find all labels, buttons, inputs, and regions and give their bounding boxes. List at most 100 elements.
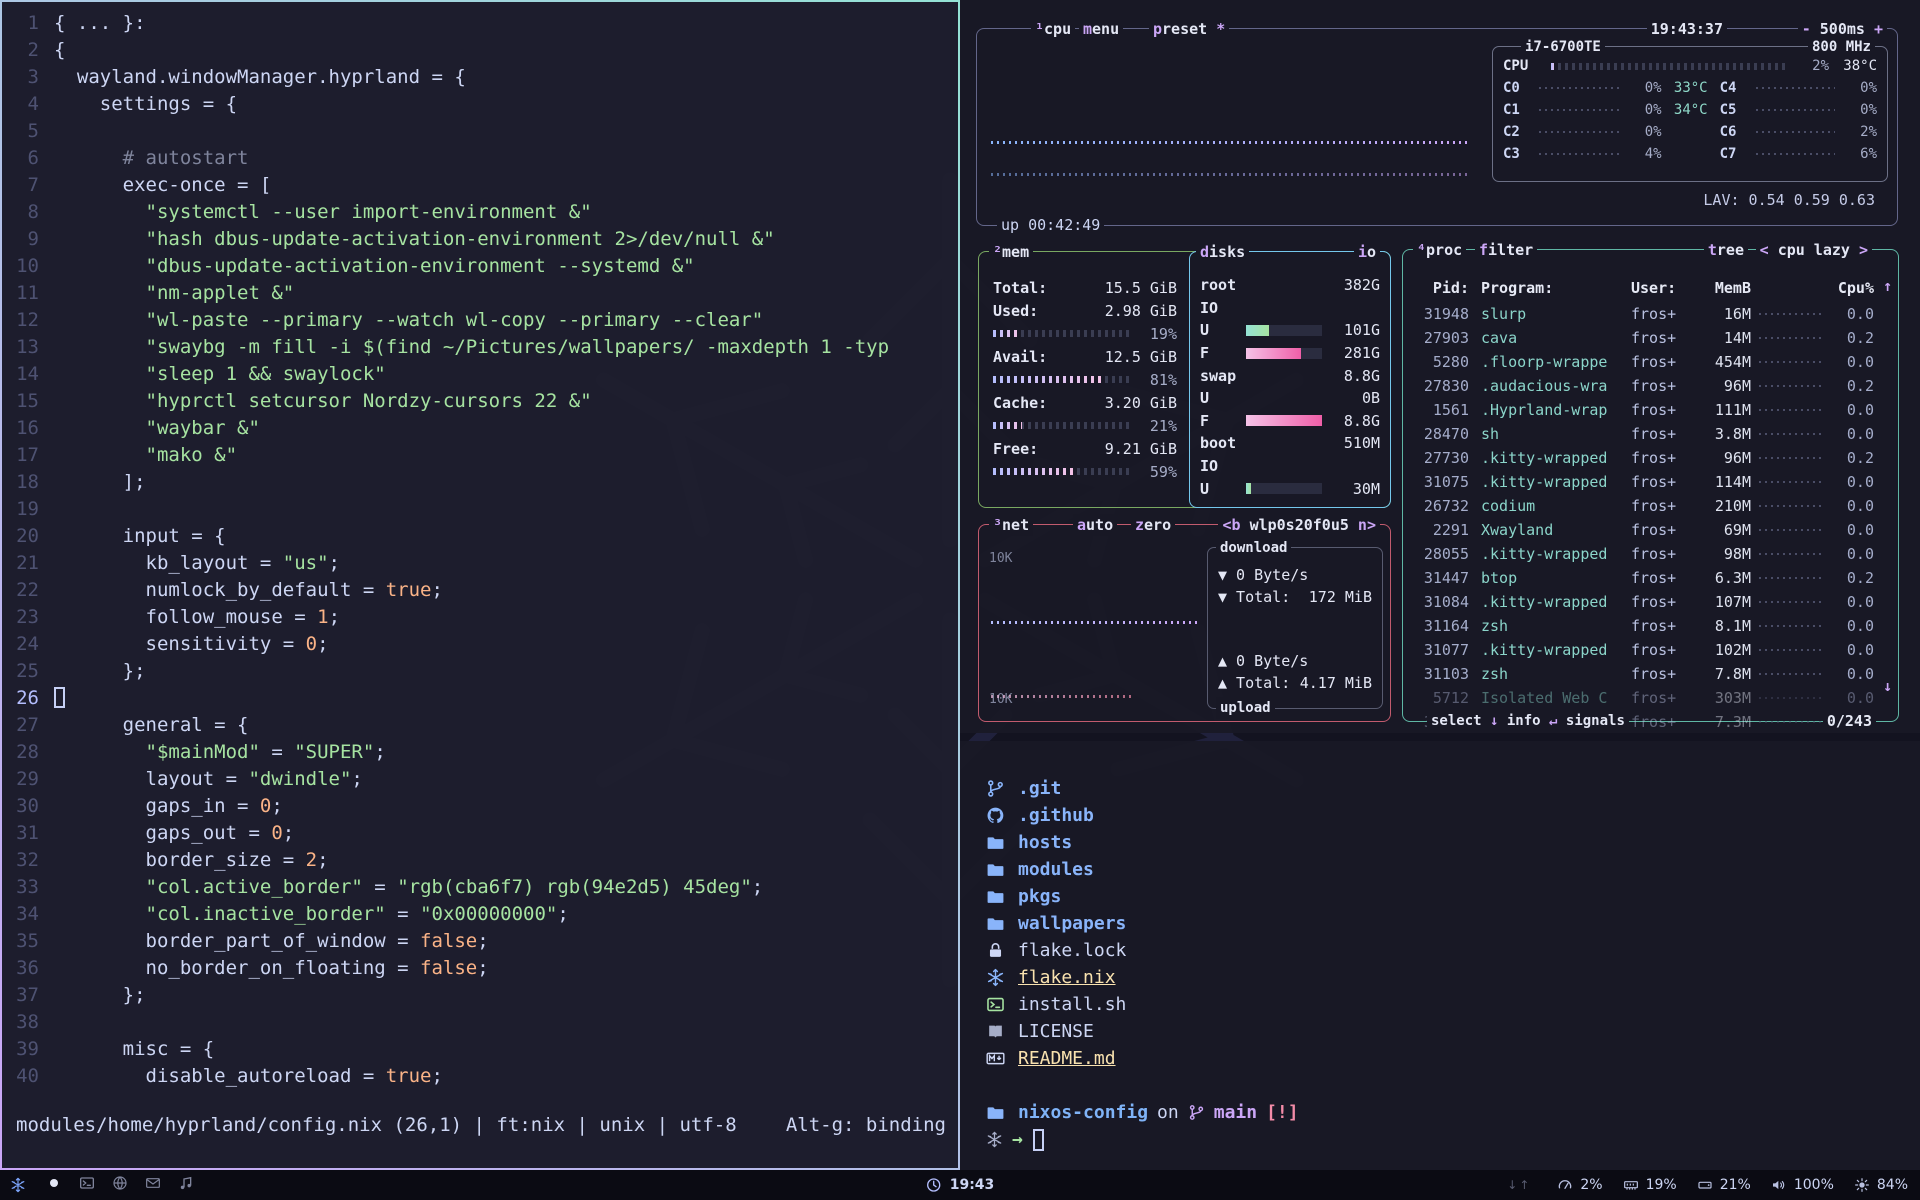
code-line: 27 general = { — [2, 712, 958, 739]
brightness-icon — [1854, 1177, 1870, 1193]
shell-prompt: nixos-config on main [!] — [986, 1099, 1920, 1126]
file-item: flake.nix — [986, 964, 1920, 991]
process-row[interactable]: 26732codiumfros+210M0.0 — [1413, 494, 1882, 518]
term-icon — [986, 995, 1005, 1014]
tree-toggle[interactable]: tree — [1704, 239, 1748, 261]
code-line: 15 "hyprctl setcursor Nordzy-cursors 22 … — [2, 388, 958, 415]
terminal-cursor — [1033, 1129, 1044, 1151]
cpu-icon — [1557, 1177, 1573, 1193]
mem-stat: Avail:12.5 GiB — [993, 345, 1177, 368]
code-line: 22 numlock_by_default = true; — [2, 577, 958, 604]
disk-row: root382G — [1200, 274, 1380, 297]
process-row[interactable]: 5280.floorp-wrappefros+454M0.0 — [1413, 350, 1882, 374]
tray-network-arrows-icon[interactable]: ↓↑ — [1507, 1178, 1531, 1192]
net-interface-switcher[interactable]: <b wlp0s20f0u5 n> — [1218, 514, 1380, 536]
snow-icon — [986, 968, 1005, 987]
prompt-directory: nixos-config — [1018, 1102, 1148, 1123]
process-row[interactable]: 5712Isolated Web Cfros+303M0.0 — [1413, 686, 1882, 710]
bar-module-memory[interactable]: 19% — [1623, 1177, 1677, 1193]
process-row[interactable]: 28055.kitty-wrappedfros+98M0.0 — [1413, 542, 1882, 566]
scroll-up-arrow[interactable]: ↑ — [1883, 277, 1892, 295]
disk-row: U0B — [1200, 387, 1380, 410]
cpu-total-label: CPU — [1503, 58, 1543, 74]
shell-input-line[interactable]: → — [986, 1126, 1920, 1153]
code-line: 39 misc = { — [2, 1036, 958, 1063]
code-line: 7 exec-once = [ — [2, 172, 958, 199]
process-row[interactable]: 31948slurpfros+16M0.0 — [1413, 302, 1882, 326]
net-row: ▼ 0 Byte/s — [1218, 564, 1372, 586]
filter-button[interactable]: filter — [1475, 239, 1537, 261]
mem-box-title: ²mem — [989, 241, 1033, 263]
disk-row: U101G — [1200, 319, 1380, 342]
net-auto-button[interactable]: auto — [1073, 514, 1117, 536]
editor-code[interactable]: 1{ ... }:2{3 wayland.windowManager.hyprl… — [2, 10, 958, 1090]
cpu-total-meter — [1551, 63, 1785, 70]
menu-button[interactable]: menu — [1079, 18, 1123, 40]
process-row[interactable]: 28470shfros+3.8M0.0 — [1413, 422, 1882, 446]
code-line: 38 — [2, 1009, 958, 1036]
cpu-detail-panel: i7-6700TE 800 MHz CPU 2% 38°C C00%33°CC4… — [1492, 46, 1888, 182]
code-line: 28 "$mainMod" = "SUPER"; — [2, 739, 958, 766]
terminal-window[interactable]: .git.githubhostsmodulespkgswallpapersfla… — [960, 741, 1920, 1170]
workspace-mail[interactable] — [145, 1175, 161, 1195]
code-line: 26 — [2, 685, 958, 712]
code-line: 1{ ... }: — [2, 10, 958, 37]
folder-icon — [986, 860, 1005, 879]
scroll-down-arrow[interactable]: ↓ — [1883, 677, 1892, 695]
folder-icon — [986, 887, 1005, 906]
sort-selector[interactable]: < cpu lazy > — [1756, 239, 1872, 261]
code-line: 14 "sleep 1 && swaylock" — [2, 361, 958, 388]
disk-row: swap8.8G — [1200, 364, 1380, 387]
disk-rows: root382GIOU101GF281Gswap8.8GU0BF8.8Gboot… — [1200, 274, 1380, 500]
code-line: 24 sensitivity = 0; — [2, 631, 958, 658]
cpu-total-temp: 38°C — [1829, 58, 1877, 74]
process-row[interactable]: 1561.Hyprland-wrapfros+111M0.0 — [1413, 398, 1882, 422]
process-row[interactable]: 31447btopfros+6.3M0.2 — [1413, 566, 1882, 590]
process-table: 31948slurpfros+16M0.027903cavafros+14M0.… — [1413, 302, 1882, 734]
dot-icon — [46, 1175, 62, 1191]
process-row[interactable]: 2291Xwaylandfros+69M0.0 — [1413, 518, 1882, 542]
git-branch-icon — [1188, 1104, 1205, 1121]
editor-cursor — [54, 687, 65, 708]
process-row[interactable]: 31164zshfros+8.1M0.0 — [1413, 614, 1882, 638]
process-row[interactable]: 27730.kitty-wrappedfros+96M0.2 — [1413, 446, 1882, 470]
process-row[interactable]: 31077.kitty-wrappedfros+102M0.0 — [1413, 638, 1882, 662]
bar-module-brightness[interactable]: 84% — [1854, 1177, 1908, 1193]
md-icon — [986, 1049, 1005, 1068]
net-box-title: ³net — [989, 514, 1033, 536]
statusline-keyhint: Alt-g: binding — [786, 1112, 946, 1139]
process-row[interactable]: 31084.kitty-wrappedfros+107M0.0 — [1413, 590, 1882, 614]
preset-button[interactable]: preset * — [1149, 18, 1229, 40]
code-line: 36 no_border_on_floating = false; — [2, 955, 958, 982]
workspace-overview[interactable] — [46, 1175, 62, 1195]
lock-icon — [986, 941, 1005, 960]
cpu-core-row: C76% — [1720, 146, 1877, 162]
process-row[interactable]: 27830.audacious-wrafros+96M0.2 — [1413, 374, 1882, 398]
mem-stat: Cache:3.20 GiB — [993, 391, 1177, 414]
process-row[interactable]: 27903cavafros+14M0.2 — [1413, 326, 1882, 350]
net-zero-button[interactable]: zero — [1131, 514, 1175, 536]
mem-stat: Total:15.5 GiB — [993, 276, 1177, 299]
io-mode-button[interactable]: io — [1354, 241, 1380, 263]
code-line: 5 — [2, 118, 958, 145]
code-line: 11 "nm-applet &" — [2, 280, 958, 307]
workspace-browser[interactable] — [112, 1175, 128, 1195]
editor-window[interactable]: 1{ ... }:2{3 wayland.windowManager.hyprl… — [0, 0, 960, 1170]
workspace-music[interactable] — [178, 1175, 194, 1195]
clock-module[interactable]: 19:43 — [926, 1177, 995, 1193]
bar-module-cpu[interactable]: 2% — [1557, 1177, 1602, 1193]
disk-row: IO — [1200, 455, 1380, 478]
net-scale-top: 10K — [989, 551, 1012, 566]
file-item: wallpapers — [986, 910, 1920, 937]
file-item: flake.lock — [986, 937, 1920, 964]
nixos-logo-icon[interactable] — [10, 1177, 26, 1193]
editor-statusline: modules/home/hyprland/config.nix (26,1) … — [2, 1112, 958, 1139]
bar-module-disk[interactable]: 21% — [1697, 1177, 1751, 1193]
code-line: 8 "systemctl --user import-environment &… — [2, 199, 958, 226]
process-row[interactable]: 31075.kitty-wrappedfros+114M0.0 — [1413, 470, 1882, 494]
net-row: ▼ Total:172 MiB — [1218, 586, 1372, 608]
process-row[interactable]: 31103zshfros+7.8M0.0 — [1413, 662, 1882, 686]
workspace-terminal[interactable] — [79, 1175, 95, 1195]
cpu-box-title: ¹cpu — [1031, 18, 1075, 40]
bar-module-volume[interactable]: 100% — [1771, 1177, 1834, 1193]
